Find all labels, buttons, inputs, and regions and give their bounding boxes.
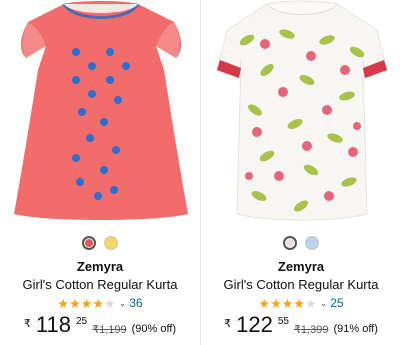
star-full-icon: ★ [293,295,306,311]
discount-text: (91% off) [333,323,378,335]
brand-name: Zemyra [76,259,124,274]
product-card[interactable]: Zemyra Girl's Cotton Regular Kurta ★ ★ ★… [200,0,400,345]
currency-symbol: ₹ [224,318,232,330]
star-full-icon: ★ [80,295,93,311]
product-image[interactable] [207,0,397,224]
discount-text: (90% off) [131,323,177,335]
brand-name: Zemyra [277,259,325,274]
swatch-light-pink[interactable] [283,236,297,250]
star-empty-icon: ★ [104,295,116,311]
price-fraction: 55 [277,316,289,327]
swatch-light-blue[interactable] [305,236,319,250]
star-full-icon: ★ [270,295,282,311]
rating-count[interactable]: 25 [330,296,343,310]
product-grid: Zemyra Girl's Cotton Regular Kurta ★ ★ ★… [0,0,400,345]
star-half-icon: ★ [92,295,105,311]
pink-kurta-image [14,1,188,220]
price-row: ₹ 118 25 ₹1,199 (90% off) [0,313,200,337]
chevron-down-icon[interactable]: ⌄ [119,298,127,309]
product-title[interactable]: Girl's Cotton Regular Kurta [201,277,400,292]
color-swatches [201,236,400,250]
product-title[interactable]: Girl's Cotton Regular Kurta [0,277,200,292]
price-whole: 122 [236,312,273,337]
star-full-icon: ★ [57,295,70,311]
chevron-down-icon[interactable]: ⌄ [320,298,328,309]
mrp-price: ₹1,199 [92,324,127,336]
star-rating[interactable]: ★ ★ ★ ★ ★ [57,297,115,310]
star-rating[interactable]: ★ ★ ★ ★ ★ [258,297,316,310]
product-image[interactable] [6,0,196,224]
price-whole: 118 [35,312,71,337]
swatch-coral[interactable] [82,236,96,250]
price-row: ₹ 122 55 ₹1,399 (91% off) [201,313,400,337]
star-empty-icon: ★ [305,295,317,311]
mrp-price: ₹1,399 [293,324,329,336]
product-card[interactable]: Zemyra Girl's Cotton Regular Kurta ★ ★ ★… [0,0,200,345]
star-full-icon: ★ [69,295,81,311]
swatch-yellow[interactable] [104,236,118,250]
color-swatches [0,236,200,250]
price-fraction: 25 [75,316,88,327]
rating-count[interactable]: 36 [129,296,142,310]
currency-symbol: ₹ [23,318,31,330]
star-full-icon: ★ [258,295,271,311]
rating-row[interactable]: ★ ★ ★ ★ ★ ⌄ 36 [0,296,200,310]
rating-row[interactable]: ★ ★ ★ ★ ★ ⌄ 25 [201,296,400,310]
floral-kurta-image [216,0,388,221]
star-full-icon: ★ [281,295,294,311]
